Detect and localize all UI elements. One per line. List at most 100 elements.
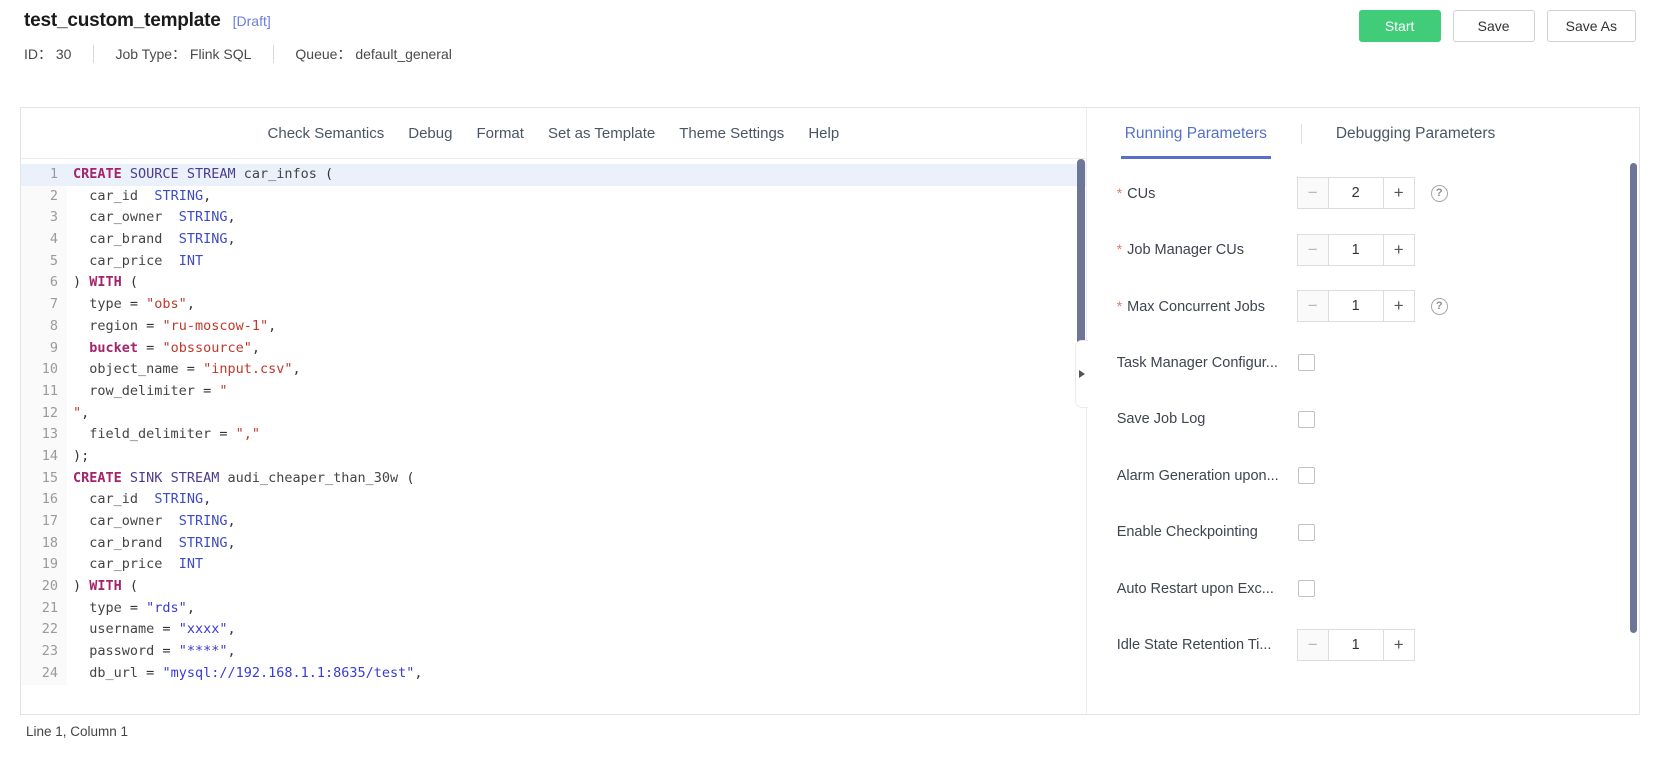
code-line-text[interactable]: car_brand STRING, <box>67 533 235 555</box>
code-line[interactable]: 20) WITH ( <box>21 576 1086 598</box>
line-number: 10 <box>21 359 67 381</box>
code-line-text[interactable]: type = "obs", <box>67 294 195 316</box>
checkbox[interactable] <box>1297 410 1315 428</box>
code-line-text[interactable]: region = "ru-moscow-1", <box>67 316 276 338</box>
code-line-text[interactable]: car_owner STRING, <box>67 511 235 533</box>
stepper-value-input[interactable]: 1 <box>1328 291 1383 322</box>
parameter-row: Job Manager CUs−1+ <box>1087 222 1639 279</box>
code-line[interactable]: 14); <box>21 445 1086 468</box>
code-line-text[interactable]: username = "xxxx", <box>67 619 235 641</box>
code-line-text[interactable]: car_price INT <box>67 554 203 576</box>
code-line-text[interactable]: db_url = "mysql://192.168.1.1:8635/test"… <box>67 663 422 685</box>
code-line[interactable]: 15 CREATE SINK STREAM audi_cheaper_than_3… <box>21 467 1086 490</box>
code-token: "," <box>235 426 260 443</box>
save-as-button[interactable]: Save As <box>1546 10 1636 42</box>
code-line[interactable]: 2 car_id STRING, <box>21 185 1086 208</box>
line-number: 3 <box>21 207 67 230</box>
stepper-increment-button[interactable]: + <box>1382 178 1414 209</box>
code-line-text[interactable]: car_brand STRING, <box>67 229 236 251</box>
code-line[interactable]: 22 username = "xxxx", <box>21 619 1086 642</box>
checkbox[interactable] <box>1297 523 1315 541</box>
code-line[interactable]: 1 CREATE SOURCE STREAM car_infos ( <box>21 164 1086 186</box>
parameters-scrollbar-thumb[interactable] <box>1630 163 1637 633</box>
stepper-value-input[interactable]: 2 <box>1328 178 1383 209</box>
save-button[interactable]: Save <box>1452 10 1535 42</box>
code-line-text[interactable]: type = "rds", <box>67 598 195 620</box>
tab-running-parameters[interactable]: Running Parameters <box>1109 108 1283 159</box>
help-icon[interactable]: ? <box>1430 297 1448 315</box>
code-line[interactable]: 21 type = "rds", <box>21 597 1086 620</box>
stepper-increment-button[interactable]: + <box>1382 291 1414 322</box>
code-line-text[interactable]: row_delimiter = " <box>67 381 227 403</box>
checkbox[interactable] <box>1297 467 1315 485</box>
code-line-text[interactable]: CREATE SOURCE STREAM car_infos ( <box>67 164 333 186</box>
tool-set-as-template[interactable]: Set as Template <box>536 125 667 142</box>
code-line[interactable]: 11 row_delimiter = " <box>21 380 1086 403</box>
tab-debugging-parameters[interactable]: Debugging Parameters <box>1320 108 1511 159</box>
code-line[interactable]: 4 car_brand STRING, <box>21 229 1086 251</box>
stepper-value-input[interactable]: 1 <box>1328 630 1383 661</box>
code-line-text[interactable]: ) WITH ( <box>67 272 138 294</box>
code-line[interactable]: 19 car_price INT <box>21 554 1086 577</box>
code-line[interactable]: 16 car_id STRING, <box>21 489 1086 511</box>
stepper-decrement-button[interactable]: − <box>1297 630 1329 661</box>
code-line-text[interactable]: password = "****", <box>67 641 235 663</box>
stepper-decrement-button[interactable]: − <box>1297 234 1329 265</box>
stepper-value-input[interactable]: 1 <box>1328 234 1383 265</box>
start-button[interactable]: Start <box>1358 10 1441 42</box>
stepper-decrement-button[interactable]: − <box>1297 178 1329 209</box>
code-line[interactable]: 18 car_brand STRING, <box>21 532 1086 555</box>
tool-theme-settings[interactable]: Theme Settings <box>667 125 796 142</box>
code-line[interactable]: 8 region = "ru-moscow-1", <box>21 315 1086 338</box>
code-line-text[interactable]: car_id STRING, <box>67 489 211 511</box>
code-line-text[interactable]: CREATE SINK STREAM audi_cheaper_than_30w… <box>67 468 414 490</box>
quantity-stepper[interactable]: −1 + <box>1296 290 1415 323</box>
code-line[interactable]: 23 password = "****", <box>21 641 1086 663</box>
checkbox[interactable] <box>1297 580 1315 598</box>
quantity-stepper[interactable]: −2 + <box>1296 177 1415 210</box>
code-line[interactable]: 5 car_price INT <box>21 250 1086 273</box>
code-line[interactable]: 12 ", <box>21 402 1086 425</box>
code-line[interactable]: 3 car_owner STRING, <box>21 207 1086 230</box>
code-line[interactable]: 9 bucket = "obssource", <box>21 337 1086 360</box>
parameters-scrollbar[interactable] <box>1630 163 1637 708</box>
code-line-text[interactable]: ", <box>67 403 89 425</box>
editor-scrollbar-thumb[interactable] <box>1076 159 1085 349</box>
code-line-text[interactable]: ); <box>67 446 89 468</box>
collapse-panel-handle[interactable] <box>1074 340 1088 408</box>
code-token: = <box>121 599 147 616</box>
code-line[interactable]: 24 db_url = "mysql://192.168.1.1:8635/te… <box>21 662 1086 685</box>
help-icon[interactable]: ? <box>1430 184 1448 202</box>
line-number: 22 <box>21 619 67 642</box>
parameter-label: Alarm Generation upon... <box>1116 467 1279 484</box>
tool-help[interactable]: Help <box>796 125 851 142</box>
code-line[interactable]: 17 car_owner STRING, <box>21 511 1086 533</box>
tool-debug[interactable]: Debug <box>396 125 464 142</box>
tool-check-semantics[interactable]: Check Semantics <box>256 125 397 142</box>
code-line-text[interactable]: car_id STRING, <box>67 186 211 208</box>
quantity-stepper[interactable]: −1 + <box>1296 233 1415 266</box>
stepper-decrement-button[interactable]: − <box>1297 291 1329 322</box>
code-line-text[interactable]: ) WITH ( <box>67 576 138 598</box>
code-line[interactable]: 13 field_delimiter = "," <box>21 424 1086 446</box>
code-lines[interactable]: 1 CREATE SOURCE STREAM car_infos (2 car_i… <box>21 159 1086 685</box>
stepper-increment-button[interactable]: + <box>1382 234 1414 265</box>
tool-format[interactable]: Format <box>464 125 536 142</box>
code-line[interactable]: 10 object_name = "input.csv", <box>21 359 1086 381</box>
code-line[interactable]: 6) WITH ( <box>21 272 1086 295</box>
editor-scrollbar[interactable] <box>1076 159 1085 716</box>
code-line-text[interactable]: bucket = "obssource", <box>67 338 260 360</box>
code-line-text[interactable]: object_name = "input.csv", <box>67 359 300 381</box>
checkbox[interactable] <box>1297 354 1315 372</box>
code-line[interactable]: 7 type = "obs", <box>21 294 1086 316</box>
code-line-text[interactable]: field_delimiter = "," <box>67 424 260 446</box>
code-line-text[interactable]: car_price INT <box>67 251 203 273</box>
code-line-text[interactable]: car_owner STRING, <box>67 207 235 229</box>
line-number: 1 <box>21 164 67 186</box>
stepper-increment-button[interactable]: + <box>1382 630 1414 661</box>
code-editor[interactable]: 1 CREATE SOURCE STREAM car_infos (2 car_i… <box>21 159 1086 714</box>
code-token: , <box>227 231 236 248</box>
quantity-stepper[interactable]: −1 + <box>1296 629 1415 662</box>
